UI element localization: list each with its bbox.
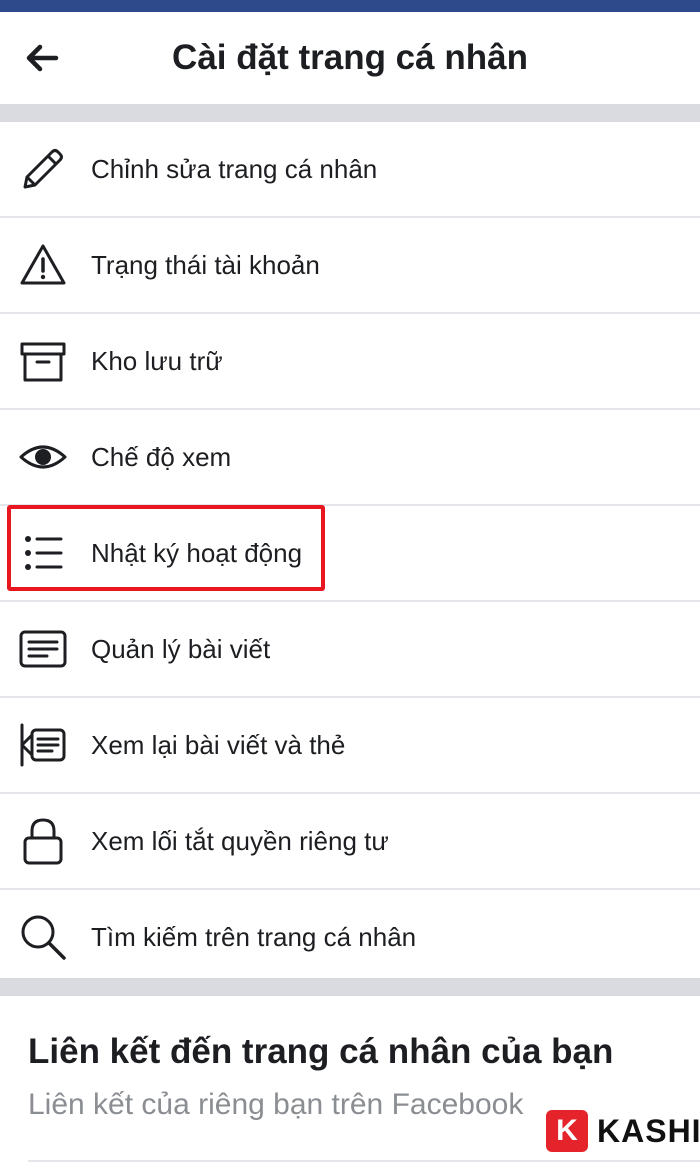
menu-item-edit-profile[interactable]: Chỉnh sửa trang cá nhân bbox=[0, 122, 700, 218]
settings-menu: Chỉnh sửa trang cá nhân Trạng thái tài k… bbox=[0, 122, 700, 984]
menu-item-archive[interactable]: Kho lưu trữ bbox=[0, 314, 700, 410]
menu-item-label: Kho lưu trữ bbox=[91, 345, 223, 376]
menu-item-label: Chế độ xem bbox=[91, 441, 232, 472]
watermark-text: KASHI bbox=[597, 1112, 700, 1149]
status-bar bbox=[0, 0, 700, 12]
menu-item-privacy-shortcuts[interactable]: Xem lối tắt quyền riêng tư bbox=[0, 794, 700, 890]
menu-item-activity-log[interactable]: Nhật ký hoạt động bbox=[0, 506, 700, 602]
watermark-logo: K bbox=[546, 1110, 588, 1152]
section-title: Liên kết đến trang cá nhân của bạn bbox=[28, 1032, 614, 1071]
pencil-icon bbox=[18, 144, 68, 194]
search-icon bbox=[18, 912, 68, 962]
menu-item-manage-posts[interactable]: Quản lý bài viết bbox=[0, 602, 700, 698]
lock-icon bbox=[18, 816, 68, 866]
watermark: K KASHI bbox=[546, 1108, 700, 1154]
warning-icon bbox=[18, 240, 68, 290]
menu-item-label: Xem lại bài viết và thẻ bbox=[91, 729, 346, 760]
menu-item-label: Trạng thái tài khoản bbox=[91, 249, 320, 280]
review-posts-icon bbox=[18, 720, 68, 770]
archive-box-icon bbox=[18, 336, 68, 386]
menu-item-label: Chỉnh sửa trang cá nhân bbox=[91, 153, 378, 184]
section-divider bbox=[0, 978, 700, 996]
menu-item-account-status[interactable]: Trạng thái tài khoản bbox=[0, 218, 700, 314]
page-title: Cài đặt trang cá nhân bbox=[172, 38, 528, 77]
menu-item-label: Tìm kiếm trên trang cá nhân bbox=[91, 921, 417, 952]
menu-item-review-posts-tags[interactable]: Xem lại bài viết và thẻ bbox=[0, 698, 700, 794]
profile-settings-screen: Cài đặt trang cá nhân Chỉnh sửa trang cá… bbox=[0, 0, 700, 1167]
menu-item-search-profile[interactable]: Tìm kiếm trên trang cá nhân bbox=[0, 890, 700, 984]
menu-item-label: Xem lối tắt quyền riêng tư bbox=[91, 825, 389, 856]
menu-item-view-as[interactable]: Chế độ xem bbox=[0, 410, 700, 506]
section-divider bbox=[0, 104, 700, 122]
eye-icon bbox=[18, 432, 68, 482]
list-icon bbox=[18, 528, 68, 578]
header-bar: Cài đặt trang cá nhân bbox=[0, 12, 700, 104]
section-subtitle: Liên kết của riêng bạn trên Facebook bbox=[28, 1088, 524, 1121]
menu-item-label: Nhật ký hoạt động bbox=[91, 537, 303, 568]
menu-item-label: Quản lý bài viết bbox=[91, 633, 271, 664]
section-rule bbox=[28, 1160, 700, 1162]
post-manage-icon bbox=[18, 624, 68, 674]
